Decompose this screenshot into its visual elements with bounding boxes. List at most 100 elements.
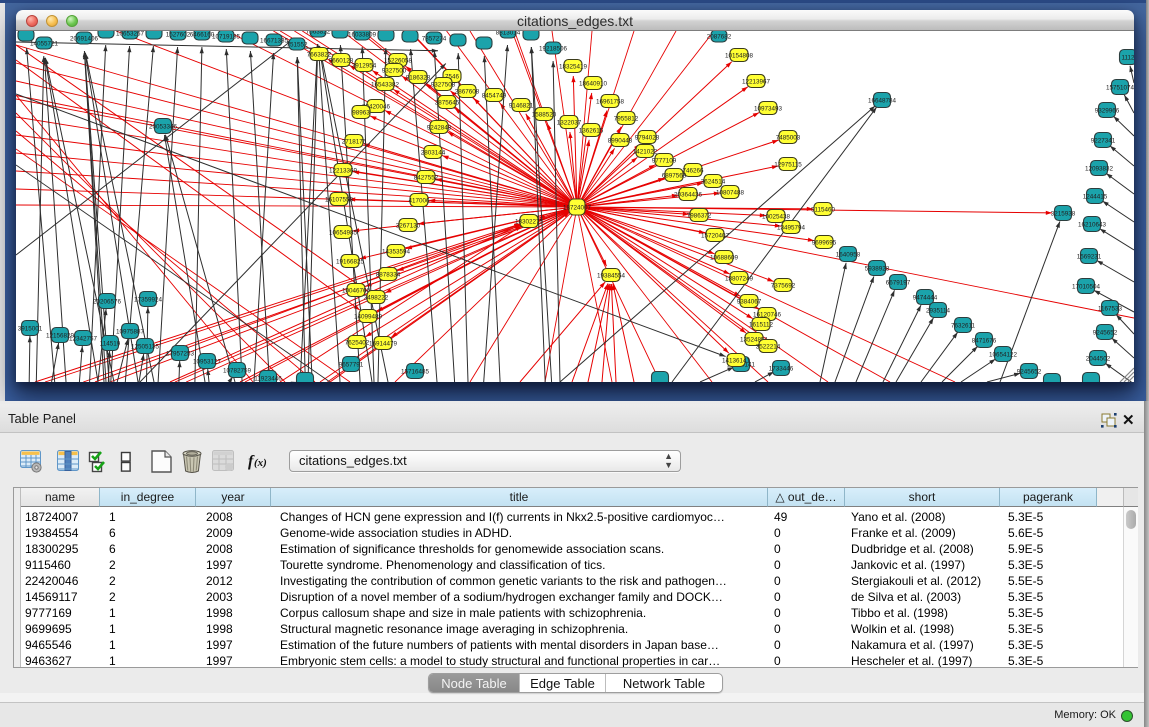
svg-text:20364436: 20364436 [674, 191, 703, 198]
svg-text:1244415: 1244415 [1083, 193, 1108, 200]
svg-text:18724007: 18724007 [563, 204, 592, 211]
svg-text:751552: 751552 [286, 41, 308, 48]
svg-text:1588520: 1588520 [532, 111, 557, 118]
svg-text:12213967: 12213967 [742, 78, 771, 85]
svg-text:12093832: 12093832 [1085, 165, 1114, 172]
svg-text:14099489: 14099489 [354, 313, 383, 320]
svg-text:17010504: 17010504 [1072, 283, 1101, 290]
svg-text:3875645: 3875645 [435, 99, 460, 106]
svg-text:10953127: 10953127 [193, 358, 222, 365]
svg-text:2935114: 2935114 [926, 307, 951, 314]
svg-text:9794028: 9794028 [635, 134, 660, 141]
svg-text:20053346: 20053346 [149, 123, 178, 130]
svg-text:10654985: 10654985 [329, 229, 358, 236]
svg-text:1322037: 1322037 [557, 119, 582, 126]
svg-text:10782759: 10782759 [223, 367, 252, 374]
svg-text:10654122: 10654122 [989, 351, 1018, 358]
svg-text:1421022: 1421022 [633, 148, 658, 155]
svg-text:16107553: 16107553 [325, 196, 354, 203]
svg-text:7857274: 7857274 [422, 35, 447, 42]
svg-text:7485003: 7485003 [776, 134, 801, 141]
svg-text:3215938: 3215938 [1051, 210, 1076, 217]
svg-text:19384554: 19384554 [597, 272, 626, 279]
svg-text:10688609: 10688609 [710, 254, 739, 261]
svg-text:18807249: 18807249 [725, 275, 754, 282]
svg-text:8427552: 8427552 [414, 174, 439, 181]
svg-text:6897568: 6897568 [662, 172, 687, 179]
svg-text:6679197: 6679197 [886, 279, 911, 286]
svg-text:7625402: 7625402 [345, 339, 370, 346]
svg-text:16543382: 16543382 [371, 81, 400, 88]
svg-text:17359924: 17359924 [134, 296, 163, 303]
svg-text:1112: 1112 [1121, 54, 1134, 61]
svg-text:1615112: 1615112 [749, 321, 774, 328]
svg-text:1362615: 1362615 [579, 127, 604, 134]
svg-text:16961758: 16961758 [596, 98, 625, 105]
svg-text:3498222: 3498222 [364, 294, 389, 301]
svg-text:20206576: 20206576 [93, 298, 122, 305]
svg-text:1167533: 1167533 [1098, 305, 1123, 312]
svg-text:19166825: 19166825 [336, 258, 365, 265]
svg-text:417006: 417006 [408, 197, 430, 204]
svg-text:15720407: 15720407 [701, 232, 730, 239]
svg-text:12342757: 12342757 [69, 335, 98, 342]
svg-text:3267130: 3267130 [396, 222, 421, 229]
svg-text:114519: 114519 [100, 340, 121, 347]
svg-text:12505135: 12505135 [131, 343, 160, 350]
svg-text:8813014: 8813014 [496, 31, 521, 36]
svg-text:20691406: 20691406 [70, 35, 99, 42]
svg-text:3624514: 3624514 [701, 178, 726, 185]
svg-text:15716485: 15716485 [401, 368, 430, 375]
svg-text:7663822: 7663822 [306, 31, 331, 35]
svg-text:10025438: 10025438 [762, 213, 791, 220]
svg-text:14136141: 14136141 [722, 357, 751, 364]
svg-text:3522214: 3522214 [756, 343, 781, 350]
svg-text:1640958: 1640958 [836, 251, 861, 258]
svg-text:7375692: 7375692 [771, 282, 796, 289]
svg-text:2803144: 2803144 [421, 149, 446, 156]
svg-text:8186328: 8186328 [406, 74, 431, 81]
svg-text:1527602: 1527602 [166, 31, 191, 38]
svg-text:10807488: 10807488 [716, 189, 745, 196]
svg-text:2718176: 2718176 [342, 138, 367, 145]
svg-text:8454749: 8454749 [482, 92, 507, 99]
svg-text:1569231: 1569231 [1077, 253, 1102, 260]
svg-text:19218506: 19218506 [539, 45, 568, 52]
svg-text:8878334: 8878334 [376, 271, 401, 278]
svg-text:8471676: 8471676 [972, 337, 997, 344]
svg-text:14055721: 14055721 [30, 40, 59, 47]
svg-text:9227341: 9227341 [1091, 137, 1116, 144]
svg-text:10719185: 10719185 [212, 33, 241, 40]
svg-text:10154808: 10154808 [725, 52, 754, 59]
svg-text:9245652: 9245652 [1017, 368, 1042, 375]
svg-text:9245652: 9245652 [1093, 329, 1118, 336]
svg-text:18325419: 18325419 [559, 63, 588, 70]
svg-text:9657791: 9657791 [339, 361, 364, 368]
svg-text:98963: 98963 [352, 109, 370, 116]
svg-text:9660128: 9660128 [329, 57, 354, 64]
svg-text:1733446: 1733446 [769, 365, 794, 372]
svg-text:10653267: 10653267 [116, 31, 145, 37]
svg-text:9242848: 9242848 [427, 124, 452, 131]
svg-text:16648784: 16648784 [868, 97, 897, 104]
svg-text:18302275: 18302275 [515, 218, 544, 225]
svg-text:8990448: 8990448 [608, 137, 633, 144]
svg-text:7955812: 7955812 [614, 115, 639, 122]
svg-text:18640910: 18640910 [579, 80, 608, 87]
svg-text:9777109: 9777109 [652, 157, 677, 164]
svg-text:16210643: 16210643 [1078, 221, 1107, 228]
svg-text:9327508: 9327508 [431, 81, 456, 88]
svg-text:11923446: 11923446 [254, 375, 282, 382]
svg-text:16671385: 16671385 [260, 37, 289, 44]
svg-text:16033809: 16033809 [348, 31, 377, 38]
svg-text:3912954: 3912954 [352, 62, 377, 69]
svg-text:17957253: 17957253 [166, 350, 195, 357]
svg-text:15751074: 15751074 [1106, 84, 1134, 91]
svg-text:9474444: 9474444 [913, 294, 938, 301]
svg-text:9329966: 9329966 [1095, 107, 1120, 114]
svg-text:12213369: 12213369 [329, 167, 358, 174]
svg-text:10975887: 10975887 [116, 328, 145, 335]
svg-text:9146821: 9146821 [509, 102, 534, 109]
svg-text:9115460: 9115460 [811, 206, 836, 213]
svg-text:7986372: 7986372 [687, 212, 712, 219]
